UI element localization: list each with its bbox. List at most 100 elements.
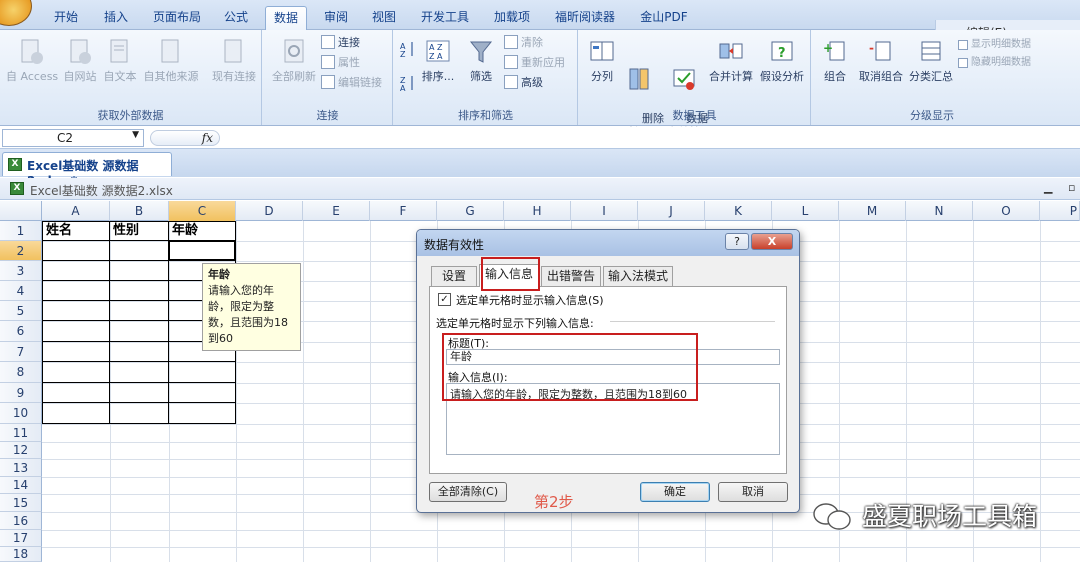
column-header[interactable]: E [303,201,370,221]
properties-button[interactable]: 属性 [321,54,360,72]
row-header[interactable]: 1 [0,221,42,241]
cancel-button[interactable]: 取消 [718,482,788,502]
office-button[interactable] [0,0,32,26]
active-cell-c2[interactable] [168,240,236,261]
column-header[interactable]: J [638,201,705,221]
tab-developer[interactable]: 开发工具 [416,6,474,30]
row-header[interactable]: 2 [0,241,42,261]
consolidate-button[interactable]: 合并计算 [707,38,755,84]
column-header[interactable]: D [236,201,303,221]
cell-b1[interactable]: 性别 [110,221,168,240]
row-header[interactable]: 10 [0,403,42,424]
hide-detail-button[interactable]: 隐藏明细数据 [958,54,1031,72]
svg-text:?: ? [778,46,786,61]
sort-button[interactable]: A ZZ A 排序... [420,38,456,84]
column-header[interactable]: H [504,201,571,221]
subtotal-button[interactable]: 分类汇总 [906,38,956,84]
column-header[interactable]: C [169,201,236,221]
reapply-button[interactable]: 重新应用 [504,54,565,72]
row-header[interactable]: 4 [0,281,42,301]
column-header[interactable]: P [1040,201,1080,221]
column-header[interactable]: B [110,201,169,221]
column-header[interactable]: L [772,201,839,221]
row-header[interactable]: 3 [0,261,42,281]
column-header[interactable]: G [437,201,504,221]
tab-review[interactable]: 审阅 [318,6,354,30]
from-text-button[interactable]: 自文本 [102,38,138,84]
tab-page-layout[interactable]: 页面布局 [148,6,206,30]
from-web-button[interactable]: 自网站 [60,38,100,84]
tab-home[interactable]: 开始 [48,6,84,30]
ungroup-button[interactable]: - 取消组合 [856,38,906,84]
column-header[interactable]: O [973,201,1040,221]
close-button[interactable]: X [751,233,793,250]
row-header[interactable]: 14 [0,477,42,494]
tab-settings[interactable]: 设置 [431,266,477,286]
clear-all-button[interactable]: 全部清除(C) [429,482,507,502]
column-header[interactable]: M [839,201,906,221]
row-header[interactable]: 12 [0,442,42,459]
tab-data[interactable]: 数据 [265,6,307,30]
row-header[interactable]: 9 [0,383,42,403]
row-header[interactable]: 11 [0,424,42,442]
text-to-columns-button[interactable]: 分列 [585,38,619,84]
column-header[interactable]: N [906,201,973,221]
group-label-sort: 排序和筛选 [458,109,513,122]
minimize-icon[interactable]: ▁ [1044,181,1052,194]
column-header[interactable]: A [42,201,110,221]
ok-button[interactable]: 确定 [640,482,710,502]
excel-file-icon: X [8,158,22,171]
tab-formulas[interactable]: 公式 [218,6,254,30]
tab-panel: ✓ 选定单元格时显示输入信息(S) 选定单元格时显示下列输入信息: 标题(T):… [429,286,787,511]
filter-funnel-icon [468,38,494,66]
sort-asc-button[interactable]: AZ [398,40,416,62]
existing-connections-button[interactable]: 现有连接 [208,38,260,84]
row-header[interactable]: 13 [0,459,42,477]
show-detail-label: 显示明细数据 [971,39,1031,50]
column-header[interactable]: F [370,201,437,221]
what-if-button[interactable]: ? 假设分析 [757,38,807,84]
insert-function-button[interactable]: fx [150,130,220,146]
chevron-down-icon: ▼ [132,130,139,140]
remove-duplicates-button[interactable]: 删除 重复项 [621,38,664,140]
connections-button[interactable]: 连接 [321,34,360,52]
row-header[interactable]: 6 [0,321,42,342]
column-header[interactable]: K [705,201,772,221]
cell-c1[interactable]: 年龄 [169,221,235,240]
help-button[interactable]: ? [725,233,749,250]
clear-icon [504,35,518,49]
from-access-button[interactable]: 自 Access [6,38,58,84]
show-input-checkbox[interactable]: ✓ [438,293,451,306]
group-button[interactable]: + 组合 [818,38,852,84]
tab-error-alert[interactable]: 出错警告 [541,266,601,286]
advanced-filter-button[interactable]: 高级 [504,74,543,92]
row-header[interactable]: 5 [0,301,42,321]
row-header[interactable]: 15 [0,494,42,512]
tab-ime-mode[interactable]: 输入法模式 [603,266,673,286]
data-validation-button[interactable]: 数据 有效性 [665,38,708,140]
row-header[interactable]: 7 [0,342,42,362]
edit-links-button[interactable]: 编辑链接 [321,74,382,92]
from-other-sources-button[interactable]: 自其他来源 [140,38,202,84]
dialog-title-bar[interactable]: 数据有效性 ? X [417,230,799,256]
row-header[interactable]: 18 [0,547,42,562]
tab-insert[interactable]: 插入 [98,6,134,30]
sort-desc-button[interactable]: ZA [398,74,416,96]
name-box[interactable]: C2 ▼ [2,129,144,147]
row-header[interactable]: 17 [0,530,42,547]
filter-button[interactable]: 筛选 [466,38,496,84]
column-header[interactable]: I [571,201,638,221]
clear-filter-button[interactable]: 清除 [504,34,543,52]
row-header[interactable]: 16 [0,512,42,530]
tab-wps-pdf[interactable]: 金山PDF [636,6,692,30]
tab-view[interactable]: 视图 [366,6,402,30]
tab-foxit[interactable]: 福昕阅读器 [550,6,620,30]
restore-icon[interactable]: ▫ [1068,181,1075,194]
refresh-all-button[interactable]: 全部刷新 [269,38,319,84]
cell-a1[interactable]: 姓名 [43,221,109,240]
document-tab[interactable]: XExcel基础数 源数据2.xlsx * [2,152,172,188]
select-all-corner[interactable] [0,201,42,221]
show-detail-button[interactable]: 显示明细数据 [958,36,1031,54]
row-header[interactable]: 8 [0,362,42,383]
tab-addins[interactable]: 加载项 [488,6,536,30]
